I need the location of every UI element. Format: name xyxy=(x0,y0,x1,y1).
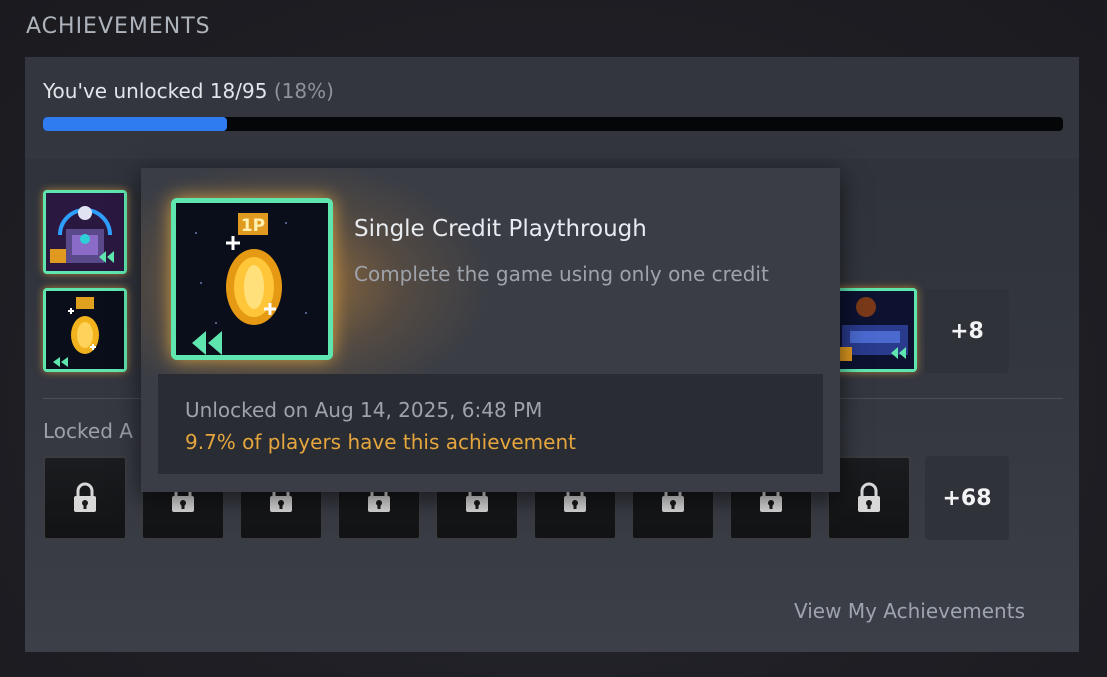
stage-icon xyxy=(836,291,914,369)
achievement-icon-coin[interactable] xyxy=(43,288,127,372)
progress-bar-fill xyxy=(43,117,227,131)
boss-stage-icon xyxy=(46,193,124,271)
player-badge: 1P xyxy=(241,216,265,236)
more-unlocked-button[interactable]: +8 xyxy=(925,289,1009,373)
unlock-date: Unlocked on Aug 14, 2025, 6:48 PM xyxy=(185,398,543,422)
progress-summary: You've unlocked 18/95 (18%) xyxy=(43,79,334,103)
more-locked-button[interactable]: +68 xyxy=(925,456,1009,540)
achievement-icon-boss[interactable] xyxy=(43,190,127,274)
achievement-description: Complete the game using only one credit xyxy=(354,262,769,286)
rarity-text: 9.7% of players have this achievement xyxy=(185,430,576,454)
coin-icon xyxy=(46,291,124,369)
progress-header: You've unlocked 18/95 (18%) xyxy=(25,57,1079,159)
locked-achievement-tile[interactable] xyxy=(43,456,127,540)
achievement-name: Single Credit Playthrough xyxy=(354,216,647,242)
tooltip-footer: Unlocked on Aug 14, 2025, 6:48 PM 9.7% o… xyxy=(158,374,823,474)
section-title: ACHIEVEMENTS xyxy=(26,14,211,39)
progress-bar xyxy=(43,117,1063,131)
locked-section-label: Locked A xyxy=(43,419,133,443)
achievement-icon-stage[interactable] xyxy=(833,288,917,372)
coin-icon: 1P xyxy=(176,203,328,355)
progress-percent: (18%) xyxy=(273,79,334,103)
achievement-tooltip: 1P Single Credit Playthrough Complete th… xyxy=(141,168,840,492)
view-achievements-link[interactable]: View My Achievements xyxy=(794,599,1025,623)
progress-count: You've unlocked 18/95 xyxy=(43,79,268,103)
lock-icon xyxy=(858,482,880,512)
lock-icon xyxy=(74,482,96,512)
tooltip-achievement-icon: 1P xyxy=(171,198,333,360)
